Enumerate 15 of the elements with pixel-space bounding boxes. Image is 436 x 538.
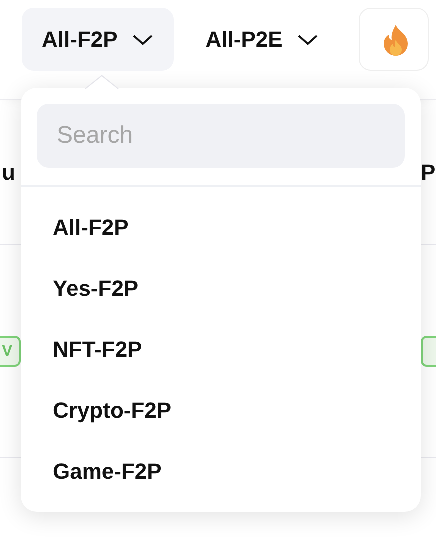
status-badge: V	[0, 336, 21, 367]
dropdown-option[interactable]: Game-F2P	[21, 441, 421, 502]
column-header: P	[421, 160, 436, 186]
chevron-down-icon	[132, 34, 154, 46]
dropdown-option[interactable]: Crypto-F2P	[21, 380, 421, 441]
search-field[interactable]: Search	[37, 104, 405, 168]
filter-dropdown[interactable]: All-F2P	[22, 8, 174, 71]
hot-button[interactable]	[358, 8, 429, 71]
dropdown-option[interactable]: Yes-F2P	[21, 258, 421, 319]
column-header: u	[2, 160, 16, 186]
dropdown-option[interactable]: All-F2P	[21, 197, 421, 258]
dropdown-option[interactable]: NFT-F2P	[21, 319, 421, 380]
flame-icon	[382, 24, 410, 56]
filter-dropdown[interactable]: All-P2E	[186, 8, 339, 71]
chevron-down-icon	[296, 34, 319, 46]
